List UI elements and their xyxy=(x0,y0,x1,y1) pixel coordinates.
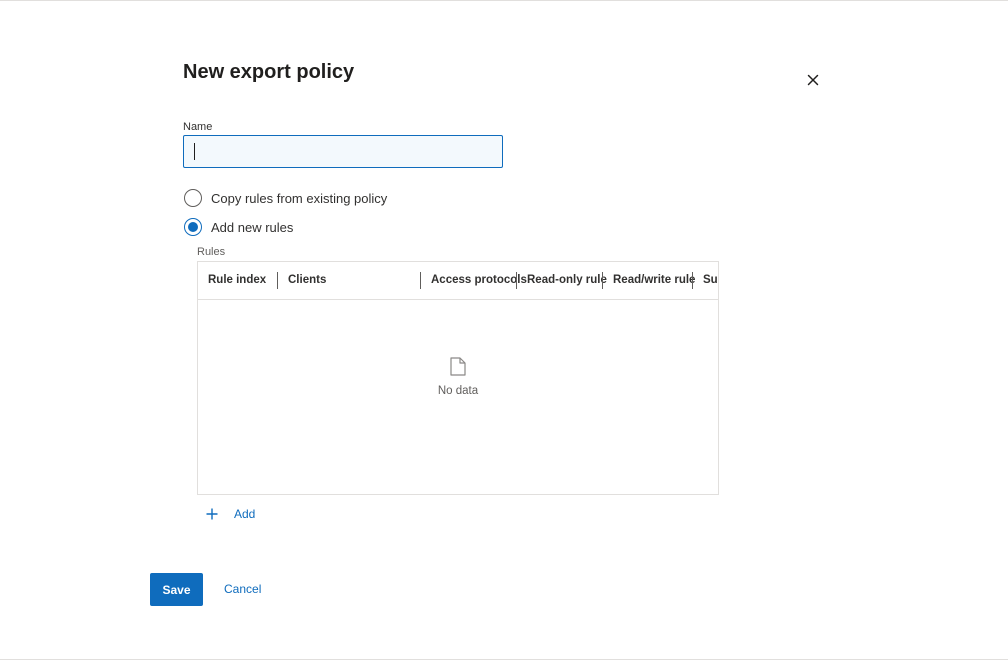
cancel-button[interactable]: Cancel xyxy=(216,573,269,606)
export-policy-panel: New export policy Name Copy rules from e… xyxy=(0,0,1008,660)
column-resize-handle[interactable] xyxy=(516,272,517,289)
empty-state-text: No data xyxy=(437,385,479,397)
save-button[interactable]: Save xyxy=(150,573,203,606)
column-header-rule-index[interactable]: Rule index xyxy=(208,262,266,299)
empty-state: No data xyxy=(198,357,718,397)
add-rule-button[interactable]: Add xyxy=(205,507,255,521)
column-header-read-only-rule[interactable]: Read-only rule xyxy=(527,262,607,299)
column-header-superuser[interactable]: Superuser xyxy=(703,262,718,299)
copy-rules-radio[interactable] xyxy=(184,189,202,207)
column-resize-handle[interactable] xyxy=(420,272,421,289)
dialog-title: New export policy xyxy=(183,61,355,83)
name-input[interactable] xyxy=(183,135,503,168)
add-new-rules-option[interactable]: Add new rules xyxy=(184,218,293,236)
copy-rules-label: Copy rules from existing policy xyxy=(211,190,388,206)
copy-rules-option[interactable]: Copy rules from existing policy xyxy=(184,189,387,207)
document-icon xyxy=(450,357,466,376)
column-header-read-write-rule[interactable]: Read/write rule xyxy=(613,262,695,299)
column-resize-handle[interactable] xyxy=(277,272,278,289)
column-header-access-protocols[interactable]: Access protocols xyxy=(431,262,527,299)
plus-icon xyxy=(206,508,218,520)
text-caret xyxy=(194,143,195,160)
rules-table: Rule index Clients Access protocols Read… xyxy=(197,261,719,495)
name-label: Name xyxy=(183,121,213,133)
column-resize-handle[interactable] xyxy=(692,272,693,289)
close-icon xyxy=(807,74,819,86)
rules-table-header: Rule index Clients Access protocols Read… xyxy=(198,262,718,300)
rules-label: Rules xyxy=(197,246,226,258)
column-header-clients[interactable]: Clients xyxy=(288,262,326,299)
add-new-rules-radio[interactable] xyxy=(184,218,202,236)
add-new-rules-label: Add new rules xyxy=(211,219,294,235)
close-button[interactable] xyxy=(803,70,823,90)
column-resize-handle[interactable] xyxy=(602,272,603,289)
add-rule-label: Add xyxy=(234,507,256,521)
